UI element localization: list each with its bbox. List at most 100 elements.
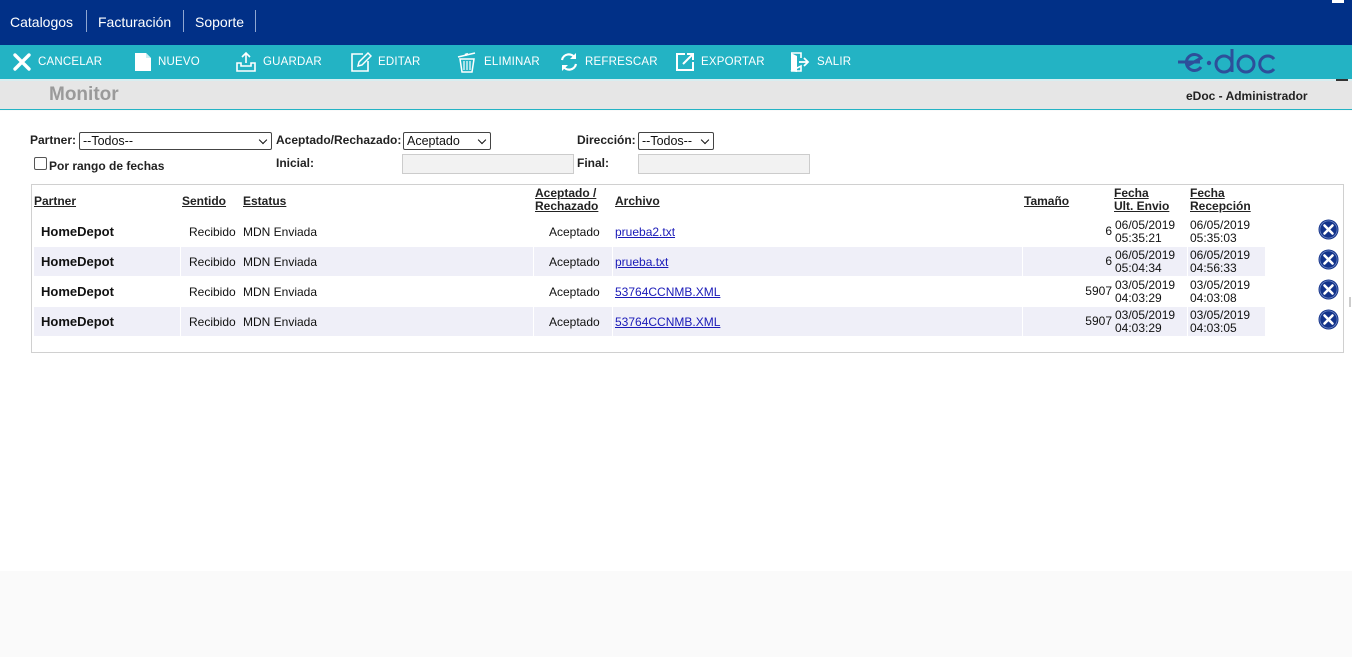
cell-fecha-envio-date: 06/05/2019: [1115, 217, 1176, 232]
cell-fecha-recepcion: 03/05/2019 04:03:08: [1190, 277, 1250, 306]
inicial-label: Inicial:: [276, 156, 315, 170]
column-separator: [612, 307, 613, 336]
header-partner[interactable]: Partner: [34, 195, 76, 208]
date-range-label: Por rango de fechas: [49, 159, 165, 173]
menu-catalogos[interactable]: Catalogos: [10, 0, 73, 45]
cell-tamano: 6: [1105, 224, 1112, 238]
close-icon: [13, 53, 31, 71]
refresh-button[interactable]: REFRESCAR: [559, 45, 658, 79]
cell-fecha-envio-time: 05:35:21: [1115, 230, 1162, 245]
menu-facturacion[interactable]: Facturación: [98, 0, 171, 45]
cell-aceptado: Aceptado: [549, 224, 600, 239]
cell-tamano: 5907: [1085, 284, 1112, 298]
edit-button-label: EDITAR: [378, 56, 421, 68]
header-aceptado[interactable]: Aceptado / Rechazado: [535, 187, 598, 213]
header-estatus[interactable]: Estatus: [243, 195, 286, 208]
edit-button[interactable]: EDITAR: [350, 45, 421, 79]
cell-fecha-recepcion-date: 06/05/2019: [1190, 217, 1251, 232]
cell-fecha-recepcion-time: 05:35:03: [1190, 230, 1237, 245]
final-date-input[interactable]: [638, 154, 810, 174]
cell-estatus: MDN Enviada: [243, 314, 318, 329]
cell-aceptado: Aceptado: [549, 284, 600, 299]
cell-archivo-link[interactable]: prueba2.txt: [615, 217, 675, 246]
cell-fecha-recepcion-date: 03/05/2019: [1190, 277, 1251, 292]
cell-sentido: Recibido: [189, 254, 236, 269]
save-button[interactable]: GUARDAR: [235, 45, 322, 79]
column-separator: [533, 307, 534, 336]
cell-fecha-recepcion-date: 06/05/2019: [1190, 247, 1251, 262]
edoc-logo: [1178, 49, 1276, 74]
cell-fecha-recepcion-time: 04:03:08: [1190, 290, 1237, 305]
cell-estatus: MDN Enviada: [243, 284, 318, 299]
table-row: HomeDepot Recibido MDN Enviada Aceptado …: [34, 247, 1265, 276]
delete-row-icon[interactable]: [1318, 249, 1339, 270]
cell-archivo-link[interactable]: prueba.txt: [615, 247, 668, 276]
header-fecha-recepcion-line2: Recepción: [1190, 199, 1251, 213]
aceptado-select[interactable]: Aceptado: [403, 132, 491, 150]
cell-sentido: Recibido: [189, 314, 236, 329]
window-minimize-mark[interactable]: [1336, 79, 1348, 81]
column-separator: [612, 247, 613, 276]
cell-aceptado: Aceptado: [549, 314, 600, 329]
delete-row-icon[interactable]: [1318, 219, 1339, 240]
exit-button-label: SALIR: [817, 56, 852, 68]
header-fecha-envio-line2: Ult. Envio: [1114, 199, 1170, 213]
menu-separator: [183, 10, 184, 32]
column-separator: [533, 247, 534, 276]
column-separator: [180, 247, 181, 276]
exit-icon: [790, 52, 810, 72]
column-separator: [1187, 307, 1188, 336]
partner-select[interactable]: --Todos--: [79, 132, 272, 150]
header-fecha-recepcion[interactable]: Fecha Recepción: [1190, 187, 1251, 213]
cell-fecha-envio-time: 05:04:34: [1115, 260, 1162, 275]
cancel-button-label: CANCELAR: [38, 56, 103, 68]
header-sentido[interactable]: Sentido: [182, 195, 226, 208]
top-nav: Catalogos Facturación Soporte: [0, 0, 1352, 45]
cancel-button[interactable]: CANCELAR: [12, 45, 102, 79]
new-button[interactable]: NUEVO: [134, 45, 200, 79]
partner-label: Partner:: [30, 133, 77, 147]
inicial-date-input[interactable]: [402, 154, 574, 174]
refresh-icon: [560, 53, 578, 71]
delete-row-icon[interactable]: [1318, 279, 1339, 300]
cell-fecha-envio-time: 04:03:29: [1115, 290, 1162, 305]
cell-fecha-recepcion: 03/05/2019 04:03:05: [1190, 307, 1250, 336]
delete-row-icon[interactable]: [1318, 309, 1339, 330]
cell-fecha-recepcion: 06/05/2019 05:35:03: [1190, 217, 1250, 246]
header-aceptado-line2: Rechazado: [535, 199, 599, 213]
export-icon: [676, 53, 694, 71]
cell-partner: HomeDepot: [41, 224, 114, 239]
window-corner-mark: [1332, 0, 1344, 3]
cell-fecha-recepcion: 06/05/2019 04:56:33: [1190, 247, 1250, 276]
new-button-label: NUEVO: [158, 56, 200, 68]
header-tamano[interactable]: Tamaño: [1024, 195, 1069, 208]
cell-archivo-link[interactable]: 53764CCNMB.XML: [615, 277, 720, 306]
direccion-select[interactable]: --Todos--: [638, 132, 714, 150]
export-button-label: EXPORTAR: [701, 56, 765, 68]
cell-partner: HomeDepot: [41, 284, 114, 299]
cell-fecha-recepcion-time: 04:03:05: [1190, 320, 1237, 335]
cell-fecha-envio-time: 04:03:29: [1115, 320, 1162, 335]
header-archivo[interactable]: Archivo: [615, 195, 660, 208]
table-row: HomeDepot Recibido MDN Enviada Aceptado …: [34, 307, 1265, 336]
cell-fecha-envio: 03/05/2019 04:03:29: [1115, 277, 1175, 306]
page-title: Monitor: [49, 84, 119, 105]
date-range-checkbox[interactable]: [34, 157, 47, 170]
menu-soporte[interactable]: Soporte: [195, 0, 244, 45]
cell-tamano: 6: [1105, 254, 1112, 268]
column-separator: [1022, 307, 1023, 336]
cell-archivo-link[interactable]: 53764CCNMB.XML: [615, 307, 720, 336]
header-fecha-envio[interactable]: Fecha Ult. Envio: [1114, 187, 1169, 213]
cell-fecha-recepcion-date: 03/05/2019: [1190, 307, 1251, 322]
trash-icon: [457, 52, 476, 73]
scrollbar-marker[interactable]: [1349, 297, 1351, 307]
cell-estatus: MDN Enviada: [243, 254, 318, 269]
cell-fecha-envio: 03/05/2019 04:03:29: [1115, 307, 1175, 336]
delete-button[interactable]: ELIMINAR: [456, 45, 540, 79]
export-button[interactable]: EXPORTAR: [675, 45, 765, 79]
cell-partner: HomeDepot: [41, 314, 114, 329]
direccion-label: Dirección:: [577, 133, 636, 147]
exit-button[interactable]: SALIR: [789, 45, 851, 79]
toolbar: CANCELAR NUEVO GUARDAR EDITAR ELIMINAR R…: [0, 45, 1352, 79]
cell-sentido: Recibido: [189, 224, 236, 239]
